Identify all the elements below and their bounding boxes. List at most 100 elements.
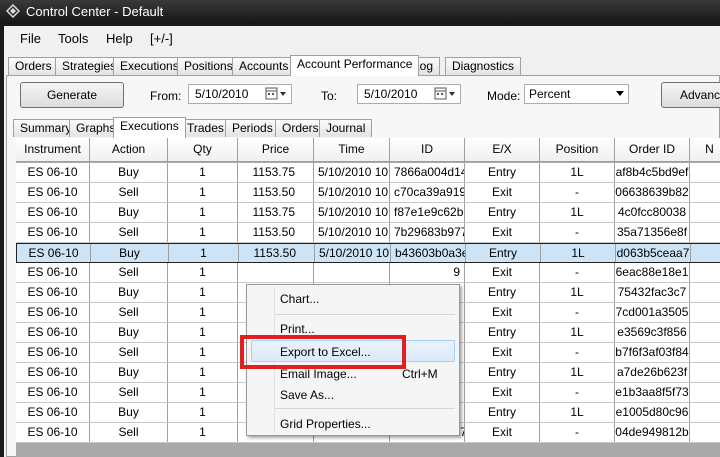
column-header[interactable]: Time bbox=[314, 138, 390, 162]
cell-instrument: ES 06-10 bbox=[16, 203, 90, 222]
table-row[interactable]: ES 06-10 Buy 1 1153.50 5/10/2010 10: b43603b0… bbox=[16, 243, 720, 263]
calendar-dropdown-icon[interactable] bbox=[265, 87, 287, 101]
cell-extra bbox=[690, 283, 720, 302]
cell-qty: 1 bbox=[168, 323, 238, 342]
column-header[interactable]: Order ID bbox=[615, 138, 690, 162]
mode-select[interactable]: Percent bbox=[524, 84, 629, 104]
cell-order-id: 4c0fcc80038 bbox=[615, 203, 690, 222]
menu-toggle[interactable]: [+/-] bbox=[150, 31, 173, 46]
tab-accounts[interactable]: Accounts bbox=[232, 57, 296, 75]
menu-help[interactable]: Help bbox=[106, 31, 133, 46]
cell-extra bbox=[691, 244, 720, 262]
cell-ex: Entry bbox=[465, 203, 540, 222]
cell-extra bbox=[690, 403, 720, 422]
tab-diagnostics[interactable]: Diagnostics bbox=[445, 57, 522, 75]
cell-ex: Exit bbox=[465, 303, 540, 322]
cell-action: Buy bbox=[90, 203, 168, 222]
cell-order-id: 06638639b82 bbox=[615, 183, 690, 202]
cell-position: - bbox=[540, 223, 615, 242]
cell-ex: Exit bbox=[465, 183, 540, 202]
cell-time bbox=[314, 263, 390, 282]
cell-time: 5/10/2010 10: bbox=[314, 183, 390, 202]
cell-position: - bbox=[540, 343, 615, 362]
menu-file[interactable]: File bbox=[20, 31, 41, 46]
table-row[interactable]: ES 06-10 Buy 1 1153.75 5/10/2010 10: f87e1e9c… bbox=[16, 203, 720, 223]
table-row[interactable]: ES 06-10 Sell 1 1153.50 5/10/2010 10: c70ca39… bbox=[16, 183, 720, 203]
from-date-picker[interactable]: 5/10/2010 bbox=[188, 84, 292, 104]
cell-instrument: ES 06-10 bbox=[16, 403, 90, 422]
column-header[interactable]: N bbox=[690, 138, 720, 162]
to-date-picker[interactable]: 5/10/2010 bbox=[357, 84, 461, 104]
menu-tools[interactable]: Tools bbox=[58, 31, 88, 46]
cell-id: f87e1e9c62b bbox=[390, 203, 465, 222]
cell-instrument: ES 06-10 bbox=[16, 383, 90, 402]
to-date-value: 5/10/2010 bbox=[364, 87, 418, 101]
cell-action: Sell bbox=[90, 223, 168, 242]
tab-executions[interactable]: Executions bbox=[113, 57, 186, 75]
advanced-button[interactable]: Advanced bbox=[661, 82, 720, 108]
column-header[interactable]: E/X bbox=[465, 138, 540, 162]
cell-instrument: ES 06-10 bbox=[16, 163, 90, 182]
column-header[interactable]: Action bbox=[90, 138, 168, 162]
cell-price: 1153.50 bbox=[238, 223, 314, 242]
subtab-trades[interactable]: Trades bbox=[180, 119, 231, 137]
cell-position: 1L bbox=[540, 323, 615, 342]
column-header[interactable]: Position bbox=[540, 138, 615, 162]
menu-item-export-excel[interactable]: Export to Excel... bbox=[280, 345, 371, 359]
cell-instrument: ES 06-10 bbox=[16, 363, 90, 382]
cell-qty: 1 bbox=[168, 263, 238, 282]
cell-qty: 1 bbox=[168, 383, 238, 402]
cell-action: Buy bbox=[90, 403, 168, 422]
column-header[interactable]: Price bbox=[238, 138, 314, 162]
subtab-periods[interactable]: Periods bbox=[225, 119, 280, 137]
table-row[interactable]: ES 06-10 Sell 1 1153.50 5/10/2010 10: 7b29683… bbox=[16, 223, 720, 243]
cell-position: - bbox=[540, 183, 615, 202]
menu-separator bbox=[275, 314, 455, 315]
from-label: From: bbox=[150, 89, 182, 103]
cell-price: 1153.50 bbox=[238, 183, 314, 202]
cell-ex: Exit bbox=[465, 423, 540, 442]
cell-position: - bbox=[540, 423, 615, 442]
menu-item-email-image[interactable]: Email Image... bbox=[280, 367, 357, 381]
cell-instrument: ES 06-10 bbox=[16, 183, 90, 202]
cell-order-id: 7cd001a3505 bbox=[615, 303, 690, 322]
cell-id: 7866a004d14 bbox=[390, 163, 465, 182]
menu-item-print[interactable]: Print... bbox=[280, 322, 315, 336]
control-center-window: File Tools Help [+/-] Orders Strategies … bbox=[4, 26, 720, 457]
cell-qty: 1 bbox=[169, 244, 239, 262]
cell-qty: 1 bbox=[168, 343, 238, 362]
tab-positions[interactable]: Positions bbox=[177, 57, 240, 75]
cell-id: b43603b0a3e bbox=[391, 244, 466, 262]
column-header[interactable]: Instrument bbox=[16, 138, 90, 162]
cell-instrument: ES 06-10 bbox=[16, 303, 90, 322]
subtab-journal[interactable]: Journal bbox=[319, 119, 373, 137]
cell-qty: 1 bbox=[168, 203, 238, 222]
cell-order-id: 04de949812b bbox=[615, 423, 690, 442]
cell-extra bbox=[690, 363, 720, 382]
cell-price bbox=[238, 263, 314, 282]
cell-time: 5/10/2010 10: bbox=[314, 203, 390, 222]
from-date-value: 5/10/2010 bbox=[195, 87, 249, 101]
cell-instrument: ES 06-10 bbox=[16, 283, 90, 302]
menu-item-chart[interactable]: Chart... bbox=[280, 292, 319, 306]
table-row[interactable]: ES 06-10 Buy 1 1153.75 5/10/2010 10: 7866a004… bbox=[16, 163, 720, 183]
calendar-dropdown-icon[interactable] bbox=[434, 87, 456, 101]
column-header[interactable]: ID bbox=[390, 138, 465, 162]
column-header[interactable]: Qty bbox=[168, 138, 238, 162]
subtab-executions[interactable]: Executions bbox=[113, 117, 186, 138]
table-row[interactable]: ES 06-10 Sell 1 9 Exit -6eac88e18e1 bbox=[16, 263, 720, 283]
cell-qty: 1 bbox=[168, 183, 238, 202]
cell-order-id: 6eac88e18e1 bbox=[615, 263, 690, 282]
tab-orders[interactable]: Orders bbox=[8, 57, 59, 75]
cell-qty: 1 bbox=[168, 363, 238, 382]
mode-value: Percent bbox=[529, 87, 571, 101]
generate-button[interactable]: Generate bbox=[20, 82, 124, 108]
menu-item-grid-properties[interactable]: Grid Properties... bbox=[280, 417, 371, 431]
menu-item-save-as[interactable]: Save As... bbox=[280, 388, 334, 402]
cell-order-id: 35a71356e8f bbox=[615, 223, 690, 242]
tab-account-performance[interactable]: Account Performance bbox=[290, 55, 420, 76]
cell-position: 1L bbox=[540, 203, 615, 222]
to-label: To: bbox=[321, 89, 338, 103]
menu-separator bbox=[275, 408, 455, 409]
cell-action: Sell bbox=[90, 183, 168, 202]
